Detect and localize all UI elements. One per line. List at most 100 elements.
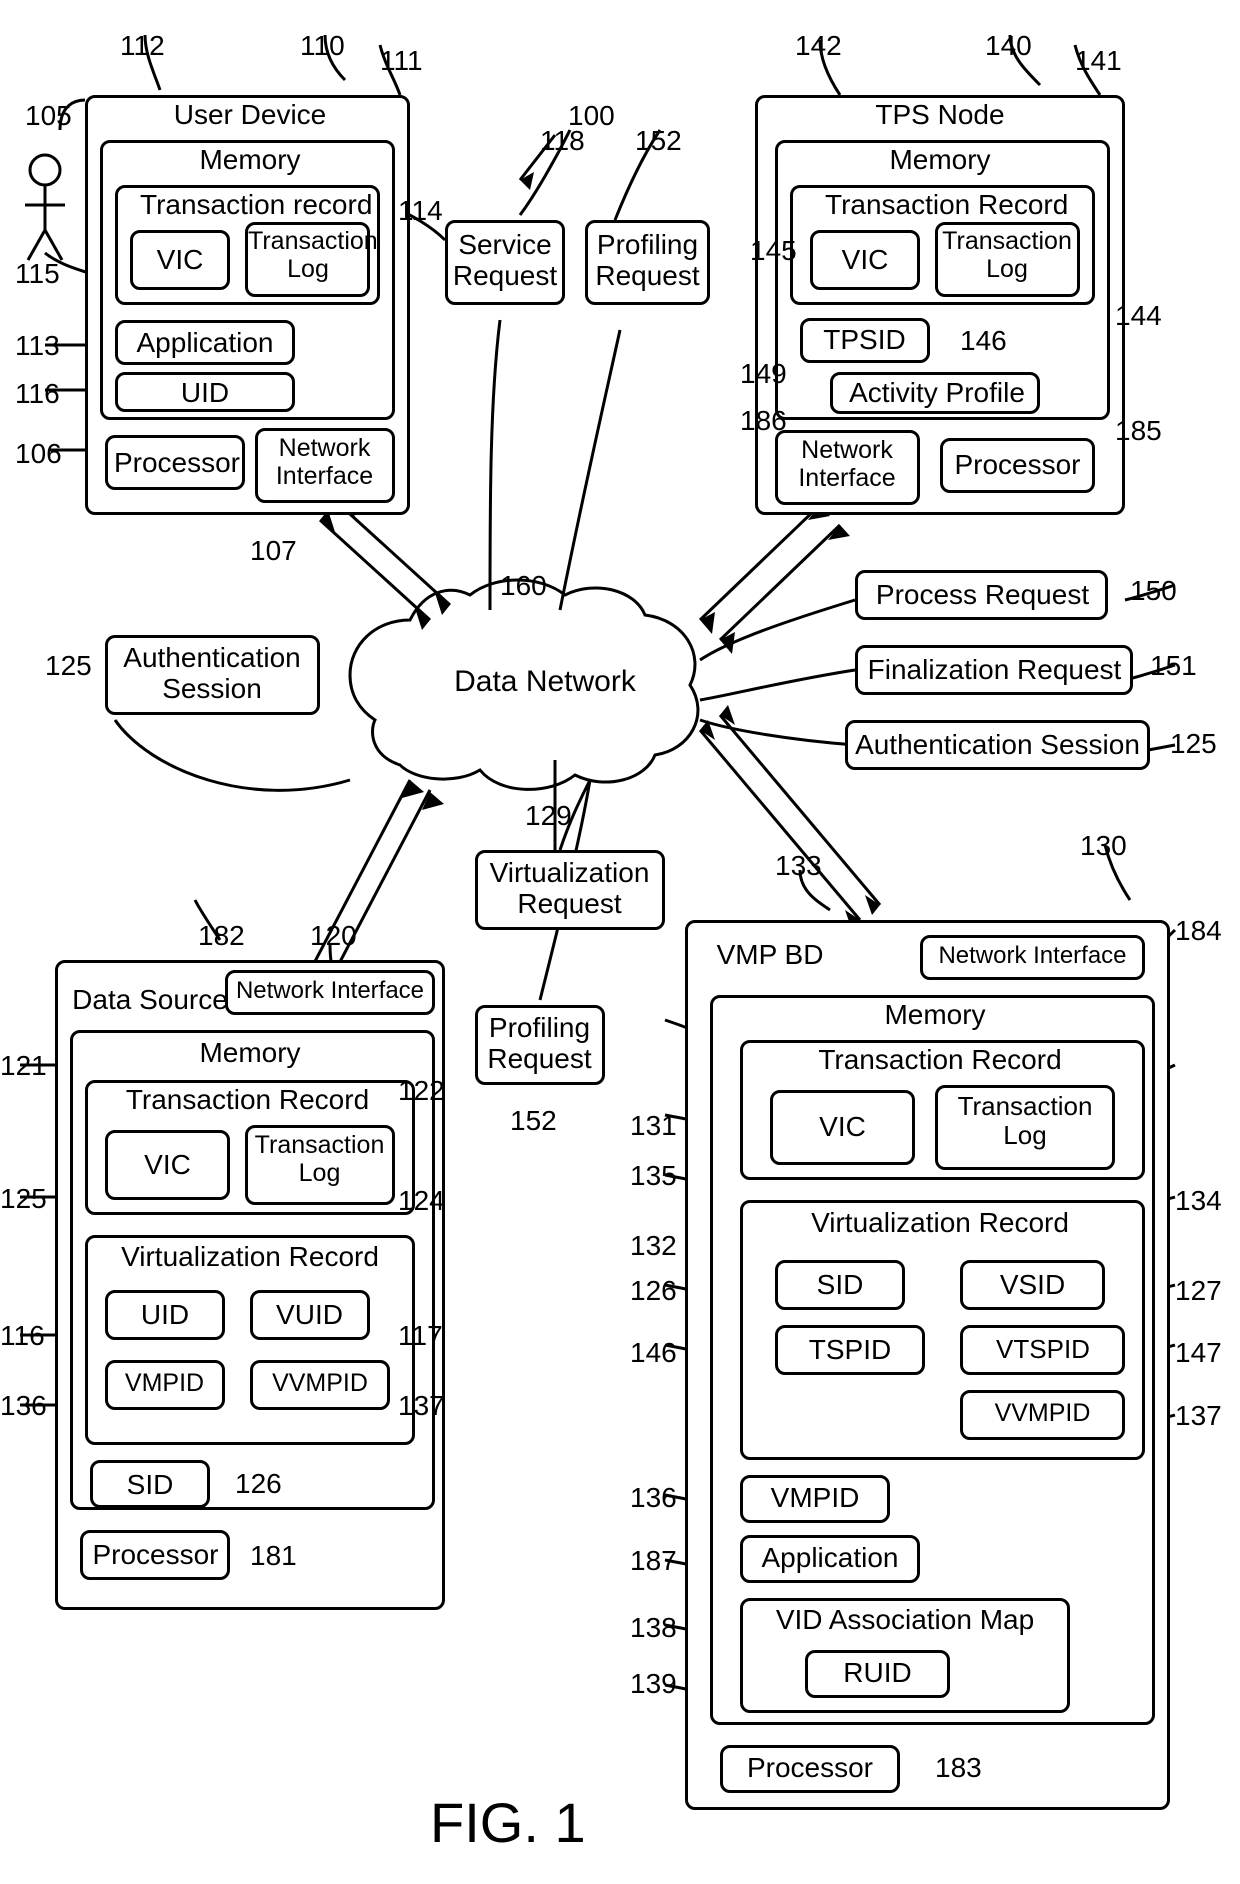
vmp-vic-label: VIC xyxy=(790,1112,895,1143)
ref-132: 132 xyxy=(630,1230,677,1262)
vmp-app-label: Application xyxy=(755,1543,905,1574)
ref-134: 134 xyxy=(1175,1185,1222,1217)
user-device-title: User Device xyxy=(170,100,330,131)
ds-vuid-label: VUID xyxy=(262,1300,357,1331)
ref-139: 139 xyxy=(630,1668,677,1700)
ref-187: 187 xyxy=(630,1545,677,1577)
profiling-request-bottom-label: Profiling Request xyxy=(482,1013,597,1075)
vmp-ruid-label: RUID xyxy=(820,1658,935,1689)
ref-184: 184 xyxy=(1175,915,1222,947)
tps-node-title: TPS Node xyxy=(865,100,1015,131)
user-device-app-label: Application xyxy=(130,328,280,359)
vmp-bd-title: VMP BD xyxy=(700,940,840,971)
tps-vic-label: VIC xyxy=(825,245,905,276)
ref-135: 135 xyxy=(630,1160,677,1192)
tps-tr-label: Transaction Record xyxy=(825,190,1055,221)
process-request-label: Process Request xyxy=(865,580,1100,611)
tps-activity-label: Activity Profile xyxy=(842,378,1032,409)
ref-182: 182 xyxy=(198,920,245,952)
ref-149: 149 xyxy=(740,358,787,390)
ref-136: 136 xyxy=(0,1390,47,1422)
ds-memory-label: Memory xyxy=(195,1038,305,1069)
ref-107: 107 xyxy=(250,535,297,567)
ref-183: 183 xyxy=(935,1752,982,1784)
ds-vvmpid-label: VVMPID xyxy=(255,1370,385,1398)
vmp-vidmap-label: VID Association Map xyxy=(755,1605,1055,1636)
ref-105: 105 xyxy=(25,100,72,132)
ds-vr-label: Virtualization Record xyxy=(115,1242,385,1273)
ds-uid-label: UID xyxy=(120,1300,210,1331)
vmp-sid-label: SID xyxy=(795,1270,885,1301)
ref-186: 186 xyxy=(740,405,787,437)
ref-152: 152 xyxy=(635,125,682,157)
ds-tr-label: Transaction Record xyxy=(120,1085,375,1116)
ref-118: 118 xyxy=(540,125,585,157)
ref-120: 120 xyxy=(310,920,357,952)
ds-vic-label: VIC xyxy=(120,1150,215,1181)
ref-125c: 125 xyxy=(1170,728,1217,760)
vmp-netif-label: Network Interface xyxy=(925,943,1140,969)
ref-147: 147 xyxy=(1175,1337,1222,1369)
ds-sid-label: SID xyxy=(105,1470,195,1501)
ds-proc-label: Processor xyxy=(88,1540,223,1571)
vmp-vr-label: Virtualization Record xyxy=(790,1208,1090,1239)
vmp-tspid-label: TSPID xyxy=(790,1335,910,1366)
profiling-request-top-label: Profiling Request xyxy=(590,230,705,292)
ref-131: 131 xyxy=(630,1110,677,1142)
ref-112: 112 xyxy=(120,30,165,62)
ref-115: 115 xyxy=(15,258,60,290)
ref-146b: 146 xyxy=(630,1337,677,1369)
auth-session-left-label: Authentication Session xyxy=(112,643,312,705)
ref-138: 138 xyxy=(630,1612,677,1644)
vmp-vvmpid-label: VVMPID xyxy=(970,1400,1115,1428)
ref-142: 142 xyxy=(795,30,842,62)
ref-126b: 126 xyxy=(630,1275,677,1307)
ds-vmpid-label: VMPID xyxy=(112,1370,217,1398)
ref-114: 114 xyxy=(398,195,443,227)
vmp-tlog-label: Transaction Log xyxy=(945,1092,1105,1149)
ref-152b: 152 xyxy=(510,1105,557,1137)
ref-185: 185 xyxy=(1115,415,1162,447)
ref-122: 122 xyxy=(398,1075,445,1107)
ref-129: 129 xyxy=(525,800,572,832)
ref-116: 116 xyxy=(15,378,60,410)
ref-125b: 125 xyxy=(0,1183,47,1215)
user-device-netif-label: Network Interface xyxy=(262,435,387,490)
ds-tlog-label: Transaction Log xyxy=(252,1132,387,1187)
ref-116b: 116 xyxy=(0,1320,45,1352)
ref-150: 150 xyxy=(1130,575,1177,607)
vmp-proc-label: Processor xyxy=(735,1753,885,1784)
vmp-vtspid-label: VTSPID xyxy=(973,1335,1113,1364)
ref-130: 130 xyxy=(1080,830,1127,862)
ds-netif-label: Network Interface xyxy=(230,978,430,1004)
ref-110: 110 xyxy=(300,30,345,62)
ref-137: 137 xyxy=(398,1390,445,1422)
tps-memory-label: Memory xyxy=(885,145,995,176)
ref-111: 111 xyxy=(380,45,423,77)
data-source-title: Data Source xyxy=(70,985,230,1016)
vmp-vsid-label: VSID xyxy=(975,1270,1090,1301)
ref-121: 121 xyxy=(0,1050,47,1082)
user-device-tlog-label: Transaction Log xyxy=(248,228,368,283)
tps-proc-label: Processor xyxy=(950,450,1085,481)
ref-124: 124 xyxy=(398,1185,445,1217)
service-request-label: Service Request xyxy=(450,230,560,292)
ref-144: 144 xyxy=(1115,300,1162,332)
user-device-proc-label: Processor xyxy=(112,448,242,479)
ref-137b: 137 xyxy=(1175,1400,1222,1432)
ref-113: 113 xyxy=(15,330,60,362)
ref-106: 106 xyxy=(15,438,62,470)
ref-117: 117 xyxy=(398,1320,443,1352)
figure-label: FIG. 1 xyxy=(430,1790,586,1855)
ref-136b: 136 xyxy=(630,1482,677,1514)
data-network-label: Data Network xyxy=(440,665,650,698)
vmp-vmpid-label: VMPID xyxy=(755,1483,875,1514)
tps-tpsid-label: TPSID xyxy=(812,325,917,356)
ref-141: 141 xyxy=(1075,45,1122,77)
user-device-vic-label: VIC xyxy=(140,245,220,276)
auth-session-right-label: Authentication Session xyxy=(850,730,1145,761)
vmp-tr-label: Transaction Record xyxy=(800,1045,1080,1076)
ref-140: 140 xyxy=(985,30,1032,62)
finalization-request-label: Finalization Request xyxy=(862,655,1127,686)
ref-133: 133 xyxy=(775,850,822,882)
